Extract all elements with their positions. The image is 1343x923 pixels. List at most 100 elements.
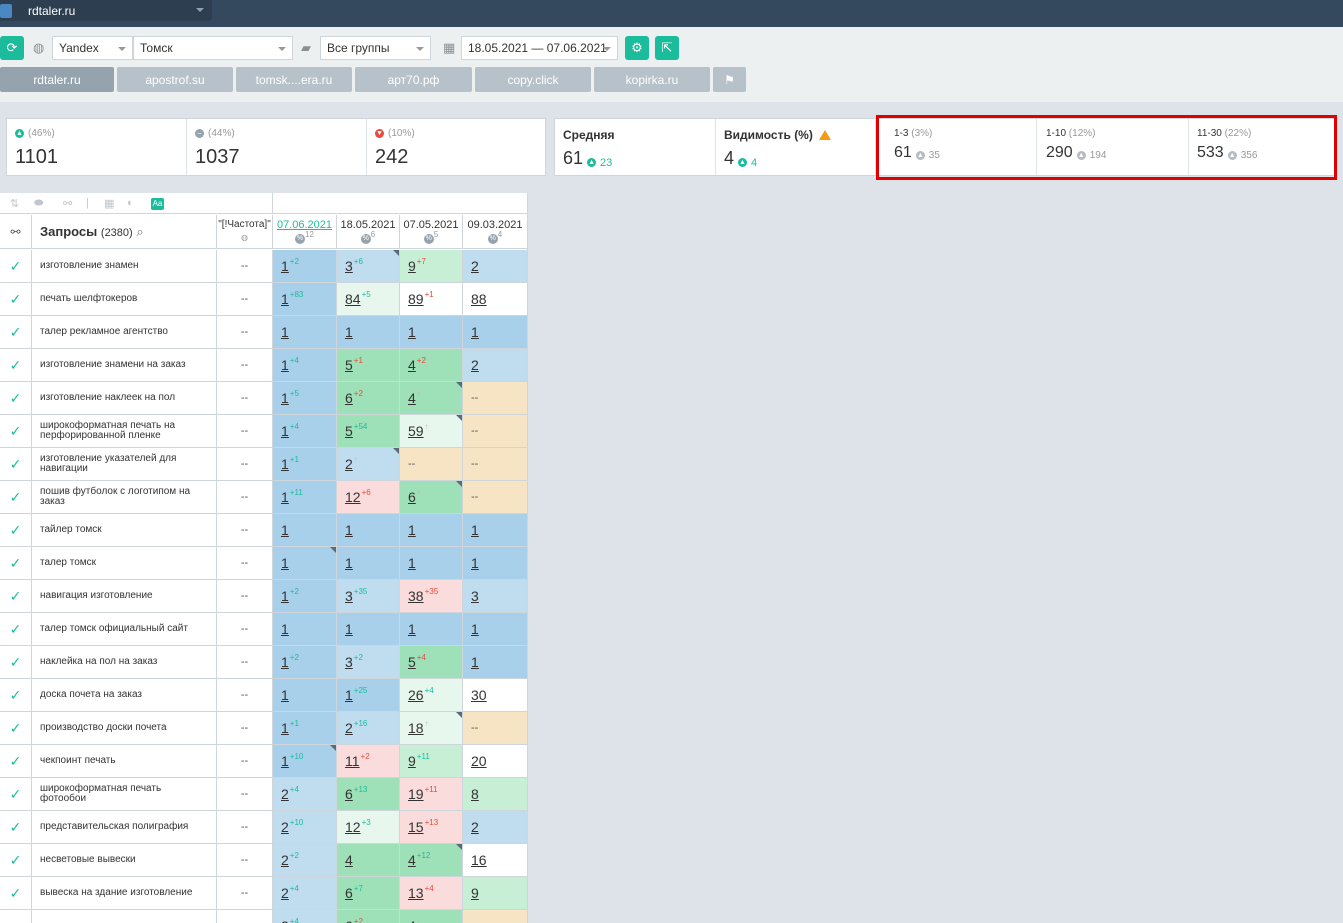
position-value[interactable]: -- (471, 458, 478, 470)
position-cell[interactable]: 2+4 (273, 778, 337, 811)
position-value[interactable]: 6 (345, 786, 353, 802)
position-cell[interactable]: 1 +83 (273, 283, 337, 316)
check-icon[interactable]: ✓ (0, 382, 32, 415)
stat-up[interactable]: ▲ (46%) 1101 (7, 119, 187, 175)
frequency-header[interactable]: "[!Частота]" ◍ (217, 215, 273, 249)
link-icon[interactable]: ⚯ (63, 197, 72, 210)
position-cell[interactable]: 3 +6 (337, 250, 400, 283)
table-row[interactable]: ✓ несветовые вывески -- 2 +2 4 4 +12 16 (0, 844, 527, 877)
table-row[interactable]: ✓ вывеска на здание изготовление -- 2 +4 6 +7 1… (0, 877, 527, 910)
position-cell[interactable]: 6 +7 (337, 877, 400, 910)
position-cell[interactable]: 4 +12 (400, 844, 463, 877)
position-cell[interactable]: 1 +4 (273, 415, 337, 448)
contrast-icon[interactable]: ◐ (127, 197, 134, 209)
position-value[interactable]: 9 (408, 258, 416, 274)
table-row[interactable]: 2+46+24↑ (0, 910, 527, 923)
position-value[interactable]: 11 (345, 753, 360, 769)
position-cell[interactable]: 1 +1 (273, 448, 337, 481)
stat-down[interactable]: ▼ (10%) 242 (367, 119, 545, 175)
position-value[interactable]: 4 (345, 852, 353, 868)
position-cell[interactable]: 2+4 (273, 910, 337, 923)
date-range-select[interactable]: 18.05.2021 — 07.06.2021 (461, 36, 618, 60)
position-value[interactable]: 30 (471, 687, 487, 703)
check-icon[interactable]: ✓ (0, 745, 32, 778)
check-icon[interactable]: ✓ (0, 547, 32, 580)
position-value[interactable]: 15 (408, 819, 424, 835)
position-cell[interactable]: 59 ↑ (400, 415, 463, 448)
position-value[interactable]: 2 (471, 258, 479, 274)
position-value[interactable]: -- (408, 458, 415, 470)
position-cell[interactable]: 1 (400, 514, 463, 547)
position-cell[interactable]: 89 +1 (400, 283, 463, 316)
table-row[interactable]: ✓ пошив футболок с логотипом на заказ -- 1 +… (0, 481, 527, 514)
position-cell[interactable]: 2 (463, 250, 527, 283)
tab-apostrof[interactable]: apostrof.su (117, 67, 233, 92)
position-value[interactable]: 3 (345, 258, 353, 274)
position-cell[interactable]: 84 +5 (337, 283, 400, 316)
position-cell[interactable]: 1 (273, 316, 337, 349)
position-value[interactable]: 2 (345, 720, 353, 736)
position-cell[interactable]: 1 +25 (337, 679, 400, 712)
position-cell[interactable]: 12 +6 (337, 481, 400, 514)
position-cell[interactable]: -- (400, 448, 463, 481)
position-cell[interactable]: 9 +7 (400, 250, 463, 283)
table-row[interactable]: ✓ навигация изготовление -- 1 +2 3 +35 38 +35 3 (0, 580, 527, 613)
position-cell[interactable]: 1 (337, 514, 400, 547)
position-cell[interactable]: 3 (463, 580, 527, 613)
position-cell[interactable]: 30 (463, 679, 527, 712)
position-cell[interactable]: 8 (463, 778, 527, 811)
check-icon[interactable]: ✓ (0, 514, 32, 547)
position-cell[interactable]: 88 (463, 283, 527, 316)
table-row[interactable]: ✓ доска почета на заказ -- 1 1 +25 26 +4 30 (0, 679, 527, 712)
position-value[interactable]: 1 (281, 654, 289, 670)
position-cell[interactable]: 1 +1 (273, 712, 337, 745)
group-select[interactable]: Все группы (320, 36, 431, 60)
position-value[interactable]: 9 (471, 885, 479, 901)
tab-rdtaler[interactable]: rdtaler.ru (0, 67, 114, 92)
position-value[interactable]: 4 (408, 390, 416, 406)
position-cell[interactable]: 3 +2 (337, 646, 400, 679)
check-icon[interactable]: ✓ (0, 580, 32, 613)
table-row[interactable]: ✓ талер томск -- 1 1 1 1 (0, 547, 527, 580)
position-cell[interactable]: 1 (463, 547, 527, 580)
position-value[interactable]: -- (471, 722, 478, 734)
position-value[interactable]: 1 (281, 753, 289, 769)
region-select[interactable]: Томск (133, 36, 293, 60)
position-value[interactable]: 2 (281, 885, 289, 901)
position-value[interactable]: 6 (345, 918, 353, 923)
position-cell[interactable]: 1 +4 (273, 349, 337, 382)
position-value[interactable]: 12 (345, 489, 361, 505)
position-cell[interactable]: 2+4 (273, 877, 337, 910)
position-cell[interactable]: 1 (337, 547, 400, 580)
position-value[interactable]: 38 (408, 588, 424, 604)
position-cell[interactable]: 1 (463, 613, 527, 646)
position-cell[interactable]: 4 (337, 844, 400, 877)
position-value[interactable]: 1 (281, 621, 289, 637)
position-value[interactable]: 1 (471, 522, 479, 538)
position-value[interactable]: 1 (408, 522, 416, 538)
position-cell[interactable]: -- (463, 382, 527, 415)
position-cell[interactable]: 3 +35 (337, 580, 400, 613)
check-icon[interactable]: ✓ (0, 877, 32, 910)
position-cell[interactable]: 1 (400, 547, 463, 580)
position-value[interactable]: 2 (471, 819, 479, 835)
position-value[interactable]: 1 (281, 588, 289, 604)
site-switcher[interactable]: rdtaler.ru (0, 0, 212, 21)
position-value[interactable]: 1 (345, 522, 353, 538)
position-cell[interactable]: 13 +4 (400, 877, 463, 910)
position-value[interactable]: 1 (281, 555, 289, 571)
position-value[interactable]: 1 (345, 621, 353, 637)
tab-tomsk[interactable]: tomsk....era.ru (236, 67, 352, 92)
position-value[interactable]: 6 (345, 885, 353, 901)
position-value[interactable]: 1 (281, 324, 289, 340)
position-cell[interactable]: 1 (273, 613, 337, 646)
position-cell[interactable]: 9 +11 (400, 745, 463, 778)
table-row[interactable]: ✓ тайлер томск -- 1 1 1 1 (0, 514, 527, 547)
position-cell[interactable]: 4↑ (400, 382, 463, 415)
position-value[interactable]: 3 (471, 588, 479, 604)
position-value[interactable]: 2 (281, 852, 289, 868)
position-value[interactable]: 1 (408, 555, 416, 571)
position-value[interactable]: 1 (281, 291, 289, 307)
position-value[interactable]: 1 (281, 357, 289, 373)
tab-kopirka[interactable]: kopirka.ru (594, 67, 710, 92)
